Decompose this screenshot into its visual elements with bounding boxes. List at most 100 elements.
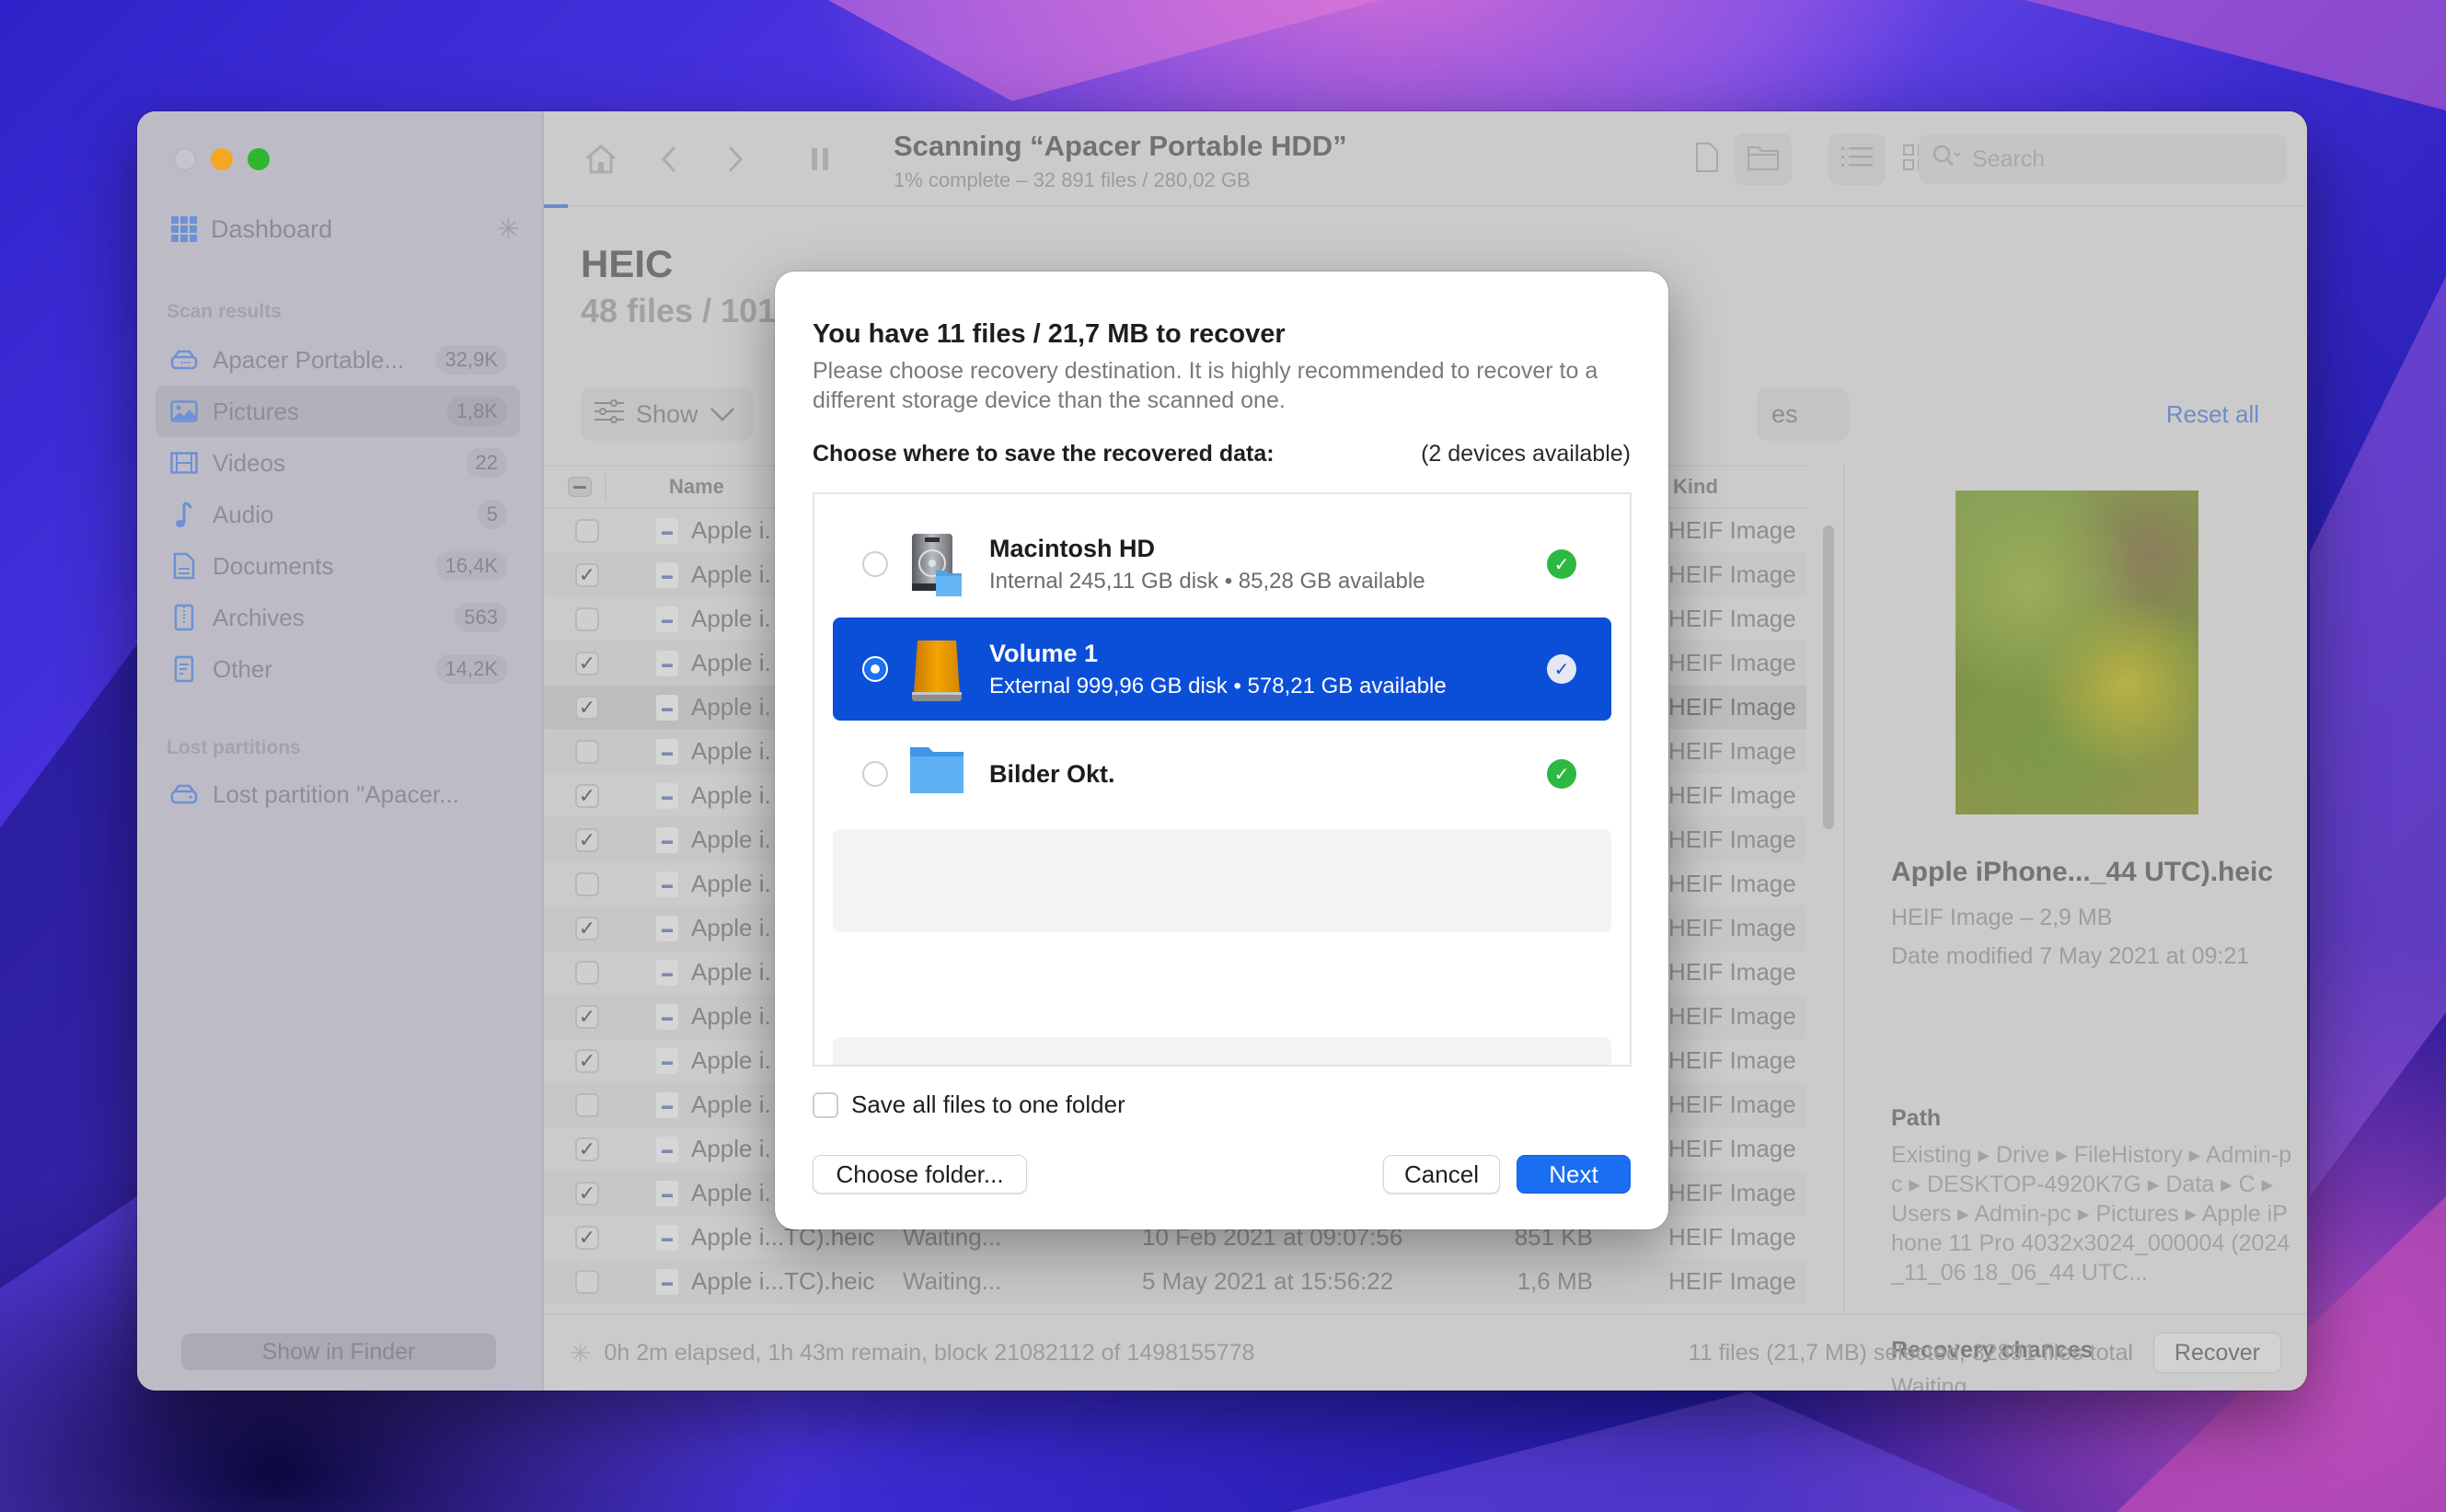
destination-radio[interactable]: [862, 551, 888, 577]
row-checkbox[interactable]: ✓: [575, 1004, 599, 1029]
heic-file-icon: ▬: [656, 517, 678, 544]
sidebar-item-lost-partition[interactable]: Lost partition "Apacer...: [156, 768, 520, 820]
destination-detail: Internal 245,11 GB disk • 85,28 GB avail…: [989, 568, 1425, 594]
row-checkbox[interactable]: ✓: [575, 1225, 599, 1250]
save-one-folder-option[interactable]: Save all files to one folder: [813, 1091, 1125, 1119]
sidebar-item-archives[interactable]: Archives 563: [156, 592, 520, 643]
row-checkbox[interactable]: ✓: [575, 651, 599, 675]
search-field[interactable]: Search: [1919, 134, 2287, 184]
destination-macintosh-hd[interactable]: Macintosh HD Internal 245,11 GB disk • 8…: [833, 513, 1611, 616]
row-checkbox[interactable]: ✓: [575, 827, 599, 852]
minimize-window-button[interactable]: [211, 148, 233, 170]
heic-file-icon: ▬: [656, 1136, 678, 1162]
destination-bilder-okt[interactable]: Bilder Okt. ✓: [833, 722, 1611, 825]
home-icon[interactable]: [581, 139, 621, 179]
count-badge: 32,9K: [435, 345, 507, 375]
sidebar-item-audio[interactable]: Audio 5: [156, 489, 520, 540]
cancel-button[interactable]: Cancel: [1383, 1155, 1500, 1194]
sidebar-item-apacer-portable[interactable]: Apacer Portable... 32,9K: [156, 334, 520, 386]
row-checkbox[interactable]: ✓: [575, 1181, 599, 1206]
available-check-icon: ✓: [1547, 759, 1576, 789]
sidebar-item-videos[interactable]: Videos 22: [156, 437, 520, 489]
dialog-description: Please choose recovery destination. It i…: [813, 358, 1598, 413]
file-kind: HEIF Image: [1668, 516, 1796, 544]
page-title: HEIC: [581, 242, 674, 285]
heic-file-icon: ▬: [656, 1268, 678, 1295]
available-check-icon: ✓: [1547, 549, 1576, 579]
empty-destination-slot: [833, 1037, 1611, 1065]
row-checkbox[interactable]: ✓: [575, 783, 599, 808]
sliders-icon: [594, 398, 625, 431]
select-all-checkbox[interactable]: [568, 477, 592, 497]
column-header-kind[interactable]: Kind: [1673, 475, 1718, 499]
heic-file-icon: ▬: [656, 650, 678, 676]
list-icon: [1841, 145, 1873, 174]
row-checkbox[interactable]: [575, 518, 599, 543]
show-in-finder-button[interactable]: Show in Finder: [181, 1333, 496, 1370]
show-filter-button[interactable]: Show: [581, 387, 754, 441]
filter-button[interactable]: es: [1757, 387, 1849, 441]
pause-icon[interactable]: [800, 139, 840, 179]
file-view-button[interactable]: [1679, 133, 1736, 185]
destination-name: Volume 1: [989, 639, 1099, 667]
dialog-title: You have 11 files / 21,7 MB to recover: [813, 319, 1286, 349]
row-checkbox[interactable]: [575, 871, 599, 896]
row-checkbox[interactable]: ✓: [575, 695, 599, 720]
file-kind: HEIF Image: [1668, 1091, 1796, 1118]
sidebar-item-documents[interactable]: Documents 16,4K: [156, 540, 520, 592]
row-checkbox[interactable]: [575, 739, 599, 764]
count-badge: 563: [455, 603, 507, 632]
document-icon: [170, 552, 198, 580]
file-kind: HEIF Image: [1668, 1179, 1796, 1206]
sidebar-item-label: Documents: [213, 551, 334, 580]
forward-chevron-icon[interactable]: [715, 139, 756, 179]
sidebar-item-label: Videos: [213, 448, 286, 477]
detail-path: Existing ▸ Drive ▸ FileHistory ▸ Admin-p…: [1891, 1142, 2291, 1286]
table-row[interactable]: ▬ Apple i...TC).heic Waiting... 5 May 2021 …: [544, 1260, 1806, 1304]
external-disk-icon: [908, 637, 965, 701]
save-one-folder-checkbox[interactable]: [813, 1091, 838, 1118]
list-view-button[interactable]: [1829, 133, 1886, 185]
search-placeholder: Search: [1972, 145, 2046, 172]
back-chevron-icon[interactable]: [649, 139, 689, 179]
heic-file-icon: ▬: [656, 1180, 678, 1206]
folder-view-button[interactable]: [1735, 133, 1792, 185]
row-checkbox[interactable]: [575, 1269, 599, 1294]
close-window-button[interactable]: [174, 148, 196, 170]
heic-file-icon: ▬: [656, 561, 678, 588]
destination-radio[interactable]: [862, 761, 888, 787]
sidebar-item-dashboard[interactable]: Dashboard ✳: [170, 203, 520, 255]
file-kind: HEIF Image: [1668, 560, 1796, 588]
row-checkbox[interactable]: ✓: [575, 916, 599, 941]
file-kind: HEIF Image: [1668, 914, 1796, 941]
row-checkbox[interactable]: [575, 960, 599, 985]
next-button[interactable]: Next: [1517, 1155, 1631, 1194]
row-checkbox[interactable]: [575, 606, 599, 631]
reset-all-link[interactable]: Reset all: [2166, 400, 2259, 429]
heic-file-icon: ▬: [656, 871, 678, 897]
row-checkbox[interactable]: ✓: [575, 562, 599, 587]
sidebar-item-pictures[interactable]: Pictures 1,8K: [156, 386, 520, 437]
destination-radio[interactable]: [862, 656, 888, 682]
maximize-window-button[interactable]: [248, 148, 270, 170]
table-scrollbar[interactable]: [1823, 525, 1834, 829]
detail-date-modified: Date modified 7 May 2021 at 09:21: [1891, 943, 2250, 969]
film-icon: [170, 449, 198, 477]
folder-icon: [908, 742, 965, 806]
column-header-name[interactable]: Name: [669, 475, 724, 499]
heic-file-icon: ▬: [656, 915, 678, 941]
recover-button[interactable]: Recover: [2152, 1333, 2281, 1373]
row-checkbox[interactable]: ✓: [575, 1137, 599, 1161]
archive-icon: [170, 604, 198, 631]
heic-file-icon: ▬: [656, 1047, 678, 1074]
drive-icon: [170, 780, 198, 808]
grid-icon: [170, 215, 198, 243]
detail-file-type: HEIF Image – 2,9 MB: [1891, 905, 2113, 930]
destination-volume-1[interactable]: Volume 1 External 999,96 GB disk • 578,2…: [833, 617, 1611, 721]
row-checkbox[interactable]: [575, 1092, 599, 1117]
choose-folder-button[interactable]: Choose folder...: [813, 1155, 1027, 1194]
count-badge: 5: [477, 500, 507, 529]
file-kind: HEIF Image: [1668, 693, 1796, 721]
row-checkbox[interactable]: ✓: [575, 1048, 599, 1073]
sidebar-item-other[interactable]: Other 14,2K: [156, 643, 520, 695]
